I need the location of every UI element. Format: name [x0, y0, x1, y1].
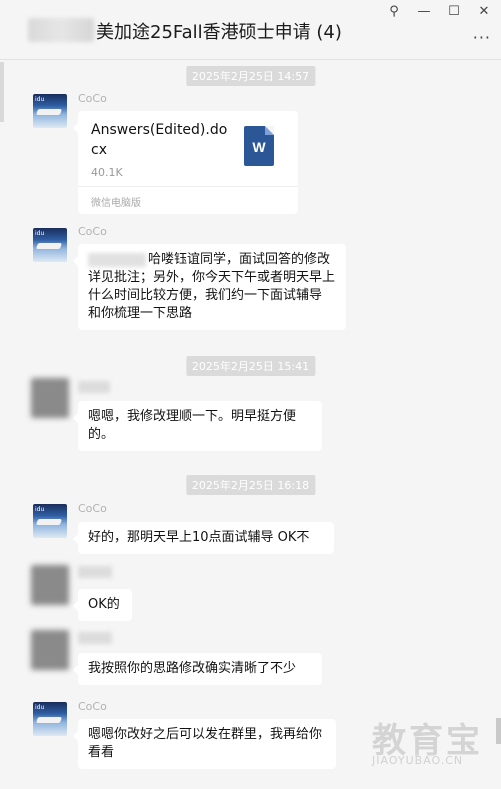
- timestamp: 2025年2月25日 15:41: [185, 356, 316, 376]
- message-text: 嗯嗯你改好之后可以发在群里，我再给你看看: [88, 727, 323, 760]
- avatar[interactable]: idu: [33, 228, 67, 262]
- divider: [78, 186, 298, 187]
- avatar[interactable]: [31, 630, 69, 670]
- blurred-sender-name: [78, 381, 110, 393]
- file-name: Answers(Edited).docx: [91, 122, 228, 158]
- blurred-title-prefix: [28, 18, 94, 42]
- message-bubble[interactable]: 我按照你的思路修改确实清晰了不少: [73, 653, 322, 685]
- file-source: 微信电脑版: [91, 198, 141, 209]
- word-document-icon: W: [244, 126, 274, 166]
- message-bubble[interactable]: OK的: [73, 589, 132, 621]
- timestamp: 2025年2月25日 16:18: [185, 475, 316, 495]
- avatar[interactable]: idu: [33, 504, 67, 538]
- window-controls: ⚲ — ☐ ✕: [387, 4, 491, 19]
- file-message[interactable]: Answers(Edited).docx W 40.1K 微信电脑版: [73, 111, 298, 214]
- sender-name: CoCo: [78, 502, 107, 515]
- pin-icon[interactable]: ⚲: [387, 4, 401, 19]
- maximize-icon[interactable]: ☐: [447, 4, 461, 19]
- chat-title: 美加途25Fall香港硕士申请 (4): [96, 22, 342, 43]
- message-bubble[interactable]: 哈喽钰谊同学，面试回答的修改详见批注；另外，你今天下午或者明天早上什么时间比较方…: [73, 244, 346, 330]
- avatar[interactable]: idu: [33, 702, 67, 736]
- close-icon[interactable]: ✕: [477, 4, 491, 19]
- message-bubble[interactable]: 嗯嗯，我修改理顺一下。明早挺方便的。: [73, 401, 322, 451]
- message-list[interactable]: 2025年2月25日 14:57 idu CoCo Answers(Edited…: [0, 60, 501, 789]
- blurred-sender-name: [78, 566, 112, 578]
- sender-name: CoCo: [78, 92, 107, 105]
- avatar[interactable]: [31, 378, 69, 418]
- watermark-url: JIAOYUBAO.CN: [372, 754, 464, 767]
- message-bubble[interactable]: 嗯嗯你改好之后可以发在群里，我再给你看看: [73, 719, 336, 769]
- blurred-sender-name: [78, 632, 112, 644]
- avatar[interactable]: [31, 565, 69, 605]
- message-text: 好的，那明天早上10点面试辅导 OK不: [88, 530, 310, 545]
- title-bar: 美加途25Fall香港硕士申请 (4) ⚲ — ☐ ✕ ···: [0, 0, 501, 60]
- more-icon[interactable]: ···: [473, 28, 491, 47]
- message-text: 我按照你的思路修改确实清晰了不少: [88, 661, 297, 676]
- scrollbar-thumb[interactable]: [496, 718, 501, 744]
- timestamp: 2025年2月25日 14:57: [185, 66, 316, 86]
- sender-name: CoCo: [78, 700, 107, 713]
- blurred-name: [88, 252, 146, 267]
- file-size: 40.1K: [91, 166, 123, 179]
- minimize-icon[interactable]: —: [417, 4, 431, 19]
- sender-name: CoCo: [78, 225, 107, 238]
- avatar[interactable]: idu: [33, 94, 67, 128]
- message-text: 嗯嗯，我修改理顺一下。明早挺方便的。: [88, 409, 297, 442]
- message-bubble[interactable]: 好的，那明天早上10点面试辅导 OK不: [73, 522, 334, 554]
- message-text: OK的: [88, 597, 120, 612]
